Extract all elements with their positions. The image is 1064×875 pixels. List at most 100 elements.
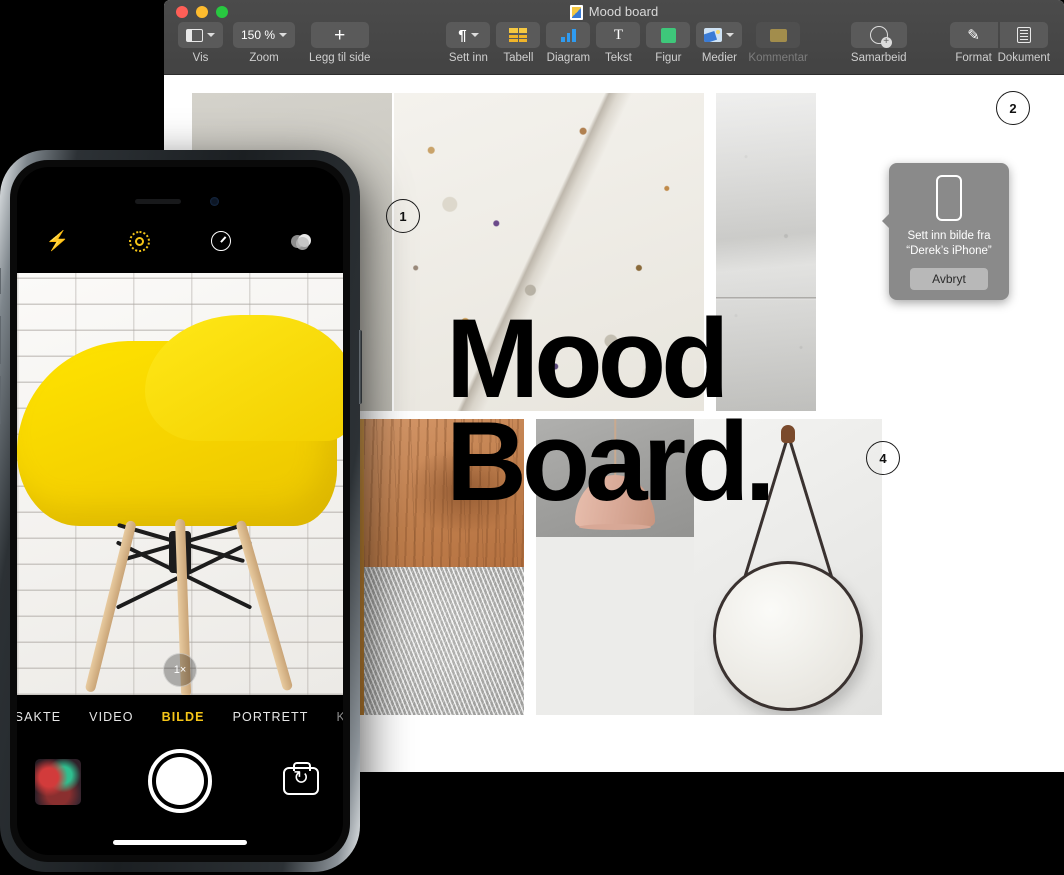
chevron-down-icon <box>470 33 479 37</box>
square-shape-icon <box>660 27 676 43</box>
window-titlebar: Mood board Vis 150 % Zoom + Legg til sid… <box>164 0 1064 75</box>
toolbar: Vis 150 % Zoom + Legg til side ¶ Sett in… <box>164 22 1064 74</box>
earpiece-speaker <box>135 199 181 204</box>
chevron-down-icon <box>207 33 215 37</box>
live-photo-button[interactable] <box>99 230 181 252</box>
screen: Mood board Vis 150 % Zoom + Legg til sid… <box>0 0 1064 875</box>
comment-label: Kommentar <box>748 52 808 64</box>
zoom-level-button[interactable]: 1× <box>163 653 197 687</box>
toolbar-collaborate[interactable]: Samarbeid <box>850 22 907 64</box>
toolbar-add-slide[interactable]: + Legg til side <box>309 22 370 64</box>
toolbar-zoom[interactable]: 150 % Zoom <box>233 22 296 64</box>
image-terrazzo[interactable] <box>394 93 704 411</box>
toolbar-chart[interactable]: Diagram <box>546 22 591 64</box>
document-icon <box>1016 27 1031 43</box>
toolbar-media[interactable]: Medier <box>696 22 743 64</box>
comment-button[interactable] <box>756 22 801 48</box>
zoom-label: Zoom <box>249 52 279 64</box>
flash-button[interactable]: ⚡ <box>17 232 99 251</box>
add-slide-button[interactable]: + <box>310 22 369 48</box>
view-button[interactable] <box>178 22 223 48</box>
insert-label: Sett inn <box>448 52 488 64</box>
chevron-down-icon <box>726 33 735 37</box>
toolbar-shape[interactable]: Figur <box>646 22 691 64</box>
power-button[interactable] <box>359 330 362 404</box>
text-button[interactable]: T <box>596 22 641 48</box>
image-wood-grain[interactable] <box>364 419 524 567</box>
camera-mode-video[interactable]: VIDEO <box>89 710 133 724</box>
collaborate-button[interactable] <box>850 22 907 48</box>
paragraph-icon: ¶ <box>458 26 467 44</box>
badge-4[interactable]: 4 <box>866 441 900 475</box>
view-label: Vis <box>192 52 209 64</box>
camera-mode-square[interactable]: KVADRA <box>337 710 343 724</box>
chart-button[interactable] <box>546 22 591 48</box>
shape-button[interactable] <box>646 22 691 48</box>
bar-chart-icon <box>561 28 576 42</box>
volume-down-button[interactable] <box>0 376 1 424</box>
plus-icon: + <box>334 24 346 46</box>
image-round-mirror[interactable] <box>694 419 882 715</box>
document-button[interactable] <box>999 22 1048 48</box>
live-photo-icon <box>128 230 150 252</box>
camera-viewfinder[interactable]: 1× <box>17 273 343 695</box>
comment-icon <box>769 28 787 42</box>
popover-line-2: “Derek’s iPhone” <box>906 245 992 257</box>
toolbar-format[interactable]: ✎ Format <box>949 22 998 64</box>
shape-label: Figur <box>655 52 682 64</box>
camera-mode-portrait[interactable]: PORTRETT <box>233 710 309 724</box>
filters-button[interactable] <box>262 234 344 250</box>
camera-mode-photo[interactable]: BILDE <box>162 710 205 724</box>
badge-1[interactable]: 1 <box>386 199 420 233</box>
toolbar-text[interactable]: T Tekst <box>596 22 641 64</box>
media-label: Medier <box>701 52 737 64</box>
toolbar-comment[interactable]: Kommentar <box>748 22 808 64</box>
toolbar-table[interactable]: Tabell <box>496 22 541 64</box>
image-fur-rug[interactable] <box>364 567 524 715</box>
chevron-down-icon <box>279 33 288 37</box>
image-pendant-lamp[interactable] <box>536 419 694 537</box>
filters-icon <box>291 234 313 250</box>
flip-camera-icon[interactable] <box>283 762 319 795</box>
photo-icon <box>704 28 723 42</box>
zoom-button-tb[interactable]: 150 % <box>233 22 296 48</box>
lamp-shade <box>575 475 655 530</box>
mute-switch[interactable] <box>0 268 1 294</box>
front-camera-icon <box>210 197 219 206</box>
toolbar-insert[interactable]: ¶ Sett inn <box>446 22 491 64</box>
shutter-button[interactable] <box>148 749 212 813</box>
lamp-cord <box>614 419 616 477</box>
popover-line-1: Sett inn bilde fra <box>907 230 991 242</box>
toolbar-document[interactable]: Dokument <box>998 22 1050 64</box>
window-title: Mood board <box>164 3 1064 21</box>
add-slide-label: Legg til side <box>309 52 371 64</box>
format-label: Format <box>955 52 992 64</box>
mirror-hook <box>781 425 795 443</box>
paintbrush-icon: ✎ <box>967 27 980 44</box>
image-concrete[interactable] <box>716 93 816 411</box>
legend-panel: 1 — Terrazzo Floors 2 — Pop Color 3 — <box>536 537 694 715</box>
person-add-icon <box>869 26 892 48</box>
format-button[interactable]: ✎ <box>949 22 998 48</box>
window-title-text: Mood board <box>588 4 659 19</box>
insert-from-iphone-popover[interactable]: Sett inn bilde fra “Derek’s iPhone” Avbr… <box>882 163 1009 300</box>
insert-button[interactable]: ¶ <box>446 22 491 48</box>
table-button[interactable] <box>496 22 541 48</box>
flash-icon: ⚡ <box>45 230 70 252</box>
badge-2[interactable]: 2 <box>996 91 1030 125</box>
photo-thumbnail[interactable] <box>35 759 81 805</box>
volume-up-button[interactable] <box>0 316 1 364</box>
timer-button[interactable] <box>180 231 262 251</box>
media-button[interactable] <box>696 22 743 48</box>
document-label: Dokument <box>997 52 1051 64</box>
camera-mode-slomo[interactable]: SAKTE <box>17 710 61 724</box>
text-icon: T <box>613 26 623 43</box>
iphone-screen[interactable]: ⚡ 1× SAKTE VIDEO BILDE PORTRETT K ↻ <box>17 167 343 855</box>
toolbar-view[interactable]: Vis <box>178 22 223 64</box>
cancel-button[interactable]: Avbryt <box>910 268 988 290</box>
camera-mode-selector[interactable]: ØP SAKTE VIDEO BILDE PORTRETT KVADRA <box>17 701 343 733</box>
iphone-device: ⚡ 1× SAKTE VIDEO BILDE PORTRETT K ↻ <box>0 150 362 872</box>
mirror-glass <box>713 561 863 711</box>
timer-icon <box>210 231 231 251</box>
home-indicator[interactable] <box>113 840 247 845</box>
